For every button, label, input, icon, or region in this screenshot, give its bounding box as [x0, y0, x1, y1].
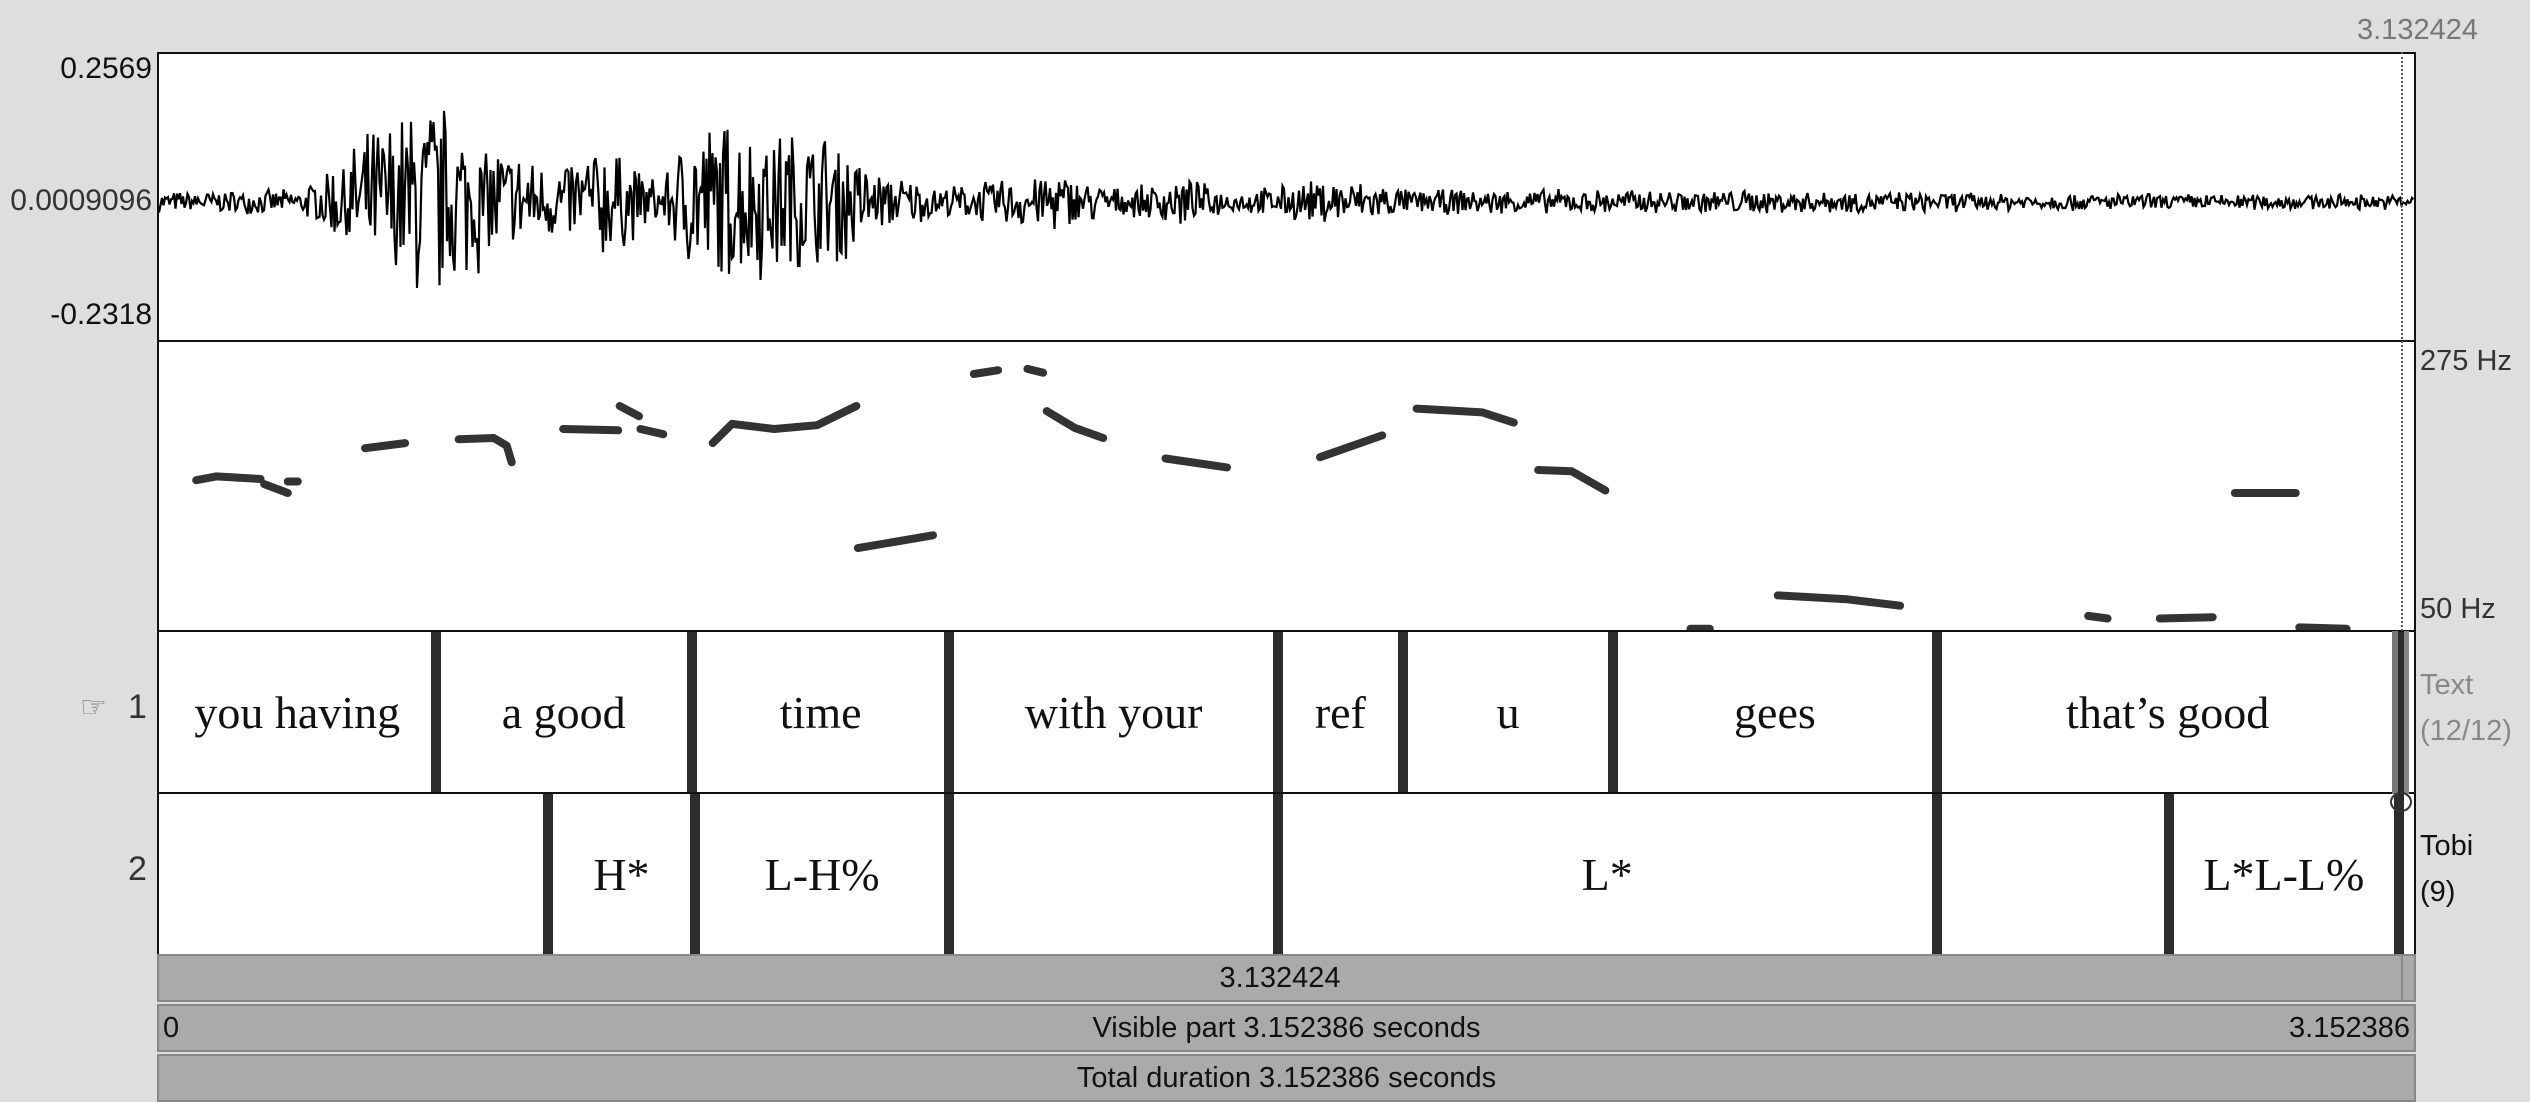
- pitch-segment: [2295, 623, 2351, 630]
- interval-boundary[interactable]: [1397, 632, 1408, 792]
- pitch-segment: [1042, 407, 1108, 442]
- cursor-time-top: 3.132424: [2357, 14, 2478, 46]
- pitch-segment: [969, 366, 1003, 378]
- total-duration-label: Total duration 3.152386 seconds: [1076, 1062, 1497, 1094]
- pitch-segment: [1412, 404, 1518, 427]
- interval-boundary[interactable]: [944, 794, 955, 954]
- interval-boundary[interactable]: [2393, 794, 2404, 954]
- selected-boundary-marker-2: [2404, 631, 2409, 794]
- tier-interval[interactable]: [1937, 794, 2169, 954]
- interval-boundary[interactable]: [2164, 794, 2175, 954]
- pitch-segment: [361, 439, 410, 453]
- cursor-bar-label: 3.132424: [1219, 962, 1341, 994]
- pitch-segment: [708, 402, 861, 448]
- interval-boundary[interactable]: [1272, 794, 1283, 954]
- tier-interval[interactable]: gees: [1613, 632, 1936, 792]
- pitch-segment: [2084, 611, 2112, 623]
- cursor-remainder-bar[interactable]: [2401, 954, 2416, 1002]
- pitch-segment: [559, 425, 623, 435]
- pitch-segment: [1773, 591, 1905, 610]
- tier-2-number: 2: [128, 850, 147, 888]
- tier-interval[interactable]: L*: [1278, 794, 1937, 954]
- tier-interval[interactable]: [949, 794, 1277, 954]
- tier-2-count: (9): [2420, 876, 2456, 908]
- selected-boundary-marker: [2392, 631, 2398, 794]
- tier-interval[interactable]: that’s good: [1937, 632, 2399, 792]
- pitch-segment: [260, 480, 292, 497]
- pitch-panel[interactable]: [157, 340, 2416, 632]
- pitch-contour: [192, 364, 2351, 630]
- visible-end: 3.152386: [2289, 1012, 2410, 1044]
- tier-1-count: (12/12): [2420, 715, 2512, 747]
- pitch-segment: [1534, 466, 1610, 495]
- pitch-segment: [853, 531, 937, 553]
- waveform-panel[interactable]: [157, 52, 2416, 342]
- tier-interval[interactable]: H*: [548, 794, 695, 954]
- interval-boundary[interactable]: [944, 632, 955, 792]
- interval-boundary[interactable]: [686, 632, 697, 792]
- pitch-segment: [1161, 454, 1231, 472]
- tier-interval[interactable]: [159, 794, 548, 954]
- pitch-segment: [1316, 431, 1387, 462]
- interval-boundary[interactable]: [1931, 632, 1942, 792]
- total-duration-bar[interactable]: Total duration 3.152386 seconds: [157, 1054, 2416, 1102]
- waveform-min-label: -0.2318: [50, 298, 152, 331]
- tier-text[interactable]: you having a good time with your ref u gees tha…: [157, 630, 2416, 794]
- visible-part-bar[interactable]: 0 Visible part 3.152386 seconds 3.152386: [157, 1004, 2416, 1052]
- interval-boundary[interactable]: [430, 632, 441, 792]
- waveform-zero-label: 0.0009096: [10, 184, 152, 217]
- interval-boundary[interactable]: [1272, 632, 1283, 792]
- tier-interval[interactable]: with your: [949, 632, 1277, 792]
- interval-boundary[interactable]: [1931, 794, 1942, 954]
- waveform-trace: [159, 110, 2414, 288]
- tier-interval[interactable]: L*L-L%: [2169, 794, 2399, 954]
- tier-tobi[interactable]: H* L-H% L* L*L-L%: [157, 792, 2416, 956]
- pitch-segment: [192, 472, 265, 485]
- interval-boundary[interactable]: [1608, 632, 1619, 792]
- pitch-segment: [1023, 364, 1048, 377]
- tier-interval[interactable]: ref: [1278, 632, 1403, 792]
- boundary-circle-icon[interactable]: [2390, 792, 2412, 812]
- pitch-segment: [2155, 613, 2217, 623]
- pitch-bottom-label: 50 Hz: [2420, 593, 2496, 625]
- tier-interval[interactable]: u: [1403, 632, 1613, 792]
- cursor-line[interactable]: [2401, 52, 2403, 631]
- interval-boundary[interactable]: [689, 794, 700, 954]
- pitch-segment: [615, 402, 643, 421]
- waveform-max-label: 0.2569: [60, 52, 152, 85]
- tier-interval[interactable]: a good: [436, 632, 692, 792]
- tier-interval[interactable]: time: [692, 632, 950, 792]
- visible-part-label: Visible part 3.152386 seconds: [1092, 1012, 1481, 1044]
- tier-1-pointer-icon: ☞: [80, 691, 107, 724]
- tier-1-name: Text: [2420, 669, 2474, 701]
- pitch-segment: [636, 425, 668, 439]
- interval-boundary[interactable]: [543, 794, 554, 954]
- pitch-segment: [454, 434, 516, 467]
- tier-interval[interactable]: you having: [159, 632, 436, 792]
- tier-1-number: 1: [128, 688, 147, 726]
- pitch-top-label: 275 Hz: [2420, 345, 2512, 377]
- tier-interval[interactable]: L-H%: [695, 794, 950, 954]
- cursor-time-bar[interactable]: 3.132424: [157, 954, 2403, 1002]
- waveform: [159, 110, 2414, 288]
- tier-2-name: Tobi: [2420, 830, 2474, 862]
